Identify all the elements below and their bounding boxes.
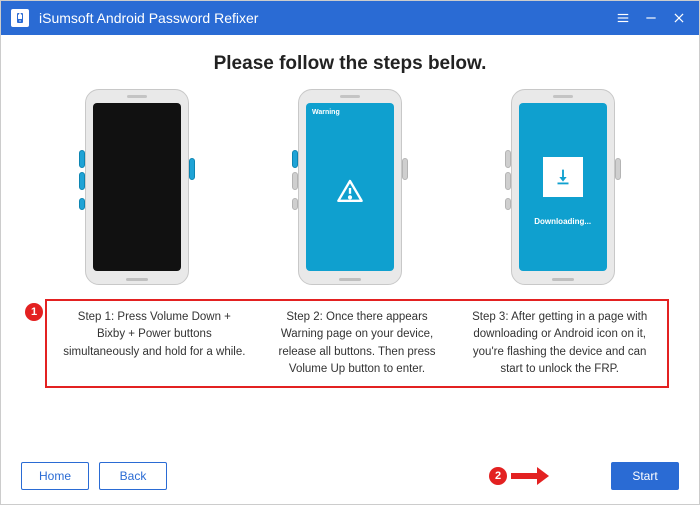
- phone-screen-warning: Warning: [306, 103, 394, 271]
- power-button-icon: [615, 158, 621, 180]
- instruction-step-3: Step 3: After getting in a page with dow…: [458, 309, 661, 378]
- volume-down-icon: [505, 150, 511, 168]
- annotation-badge-1: 1: [25, 303, 43, 321]
- phone-step-1: [57, 89, 217, 285]
- power-button-icon: [402, 158, 408, 180]
- app-logo-icon: [11, 9, 29, 27]
- instruction-step-2: Step 2: Once there appears Warning page …: [256, 309, 459, 378]
- app-title: iSumsoft Android Password Refixer: [39, 10, 258, 26]
- volume-up-icon: [79, 172, 85, 190]
- phone-frame: Downloading...: [511, 89, 615, 285]
- warning-label: Warning: [312, 109, 340, 116]
- phone-frame: Warning: [298, 89, 402, 285]
- content-area: Please follow the steps below.: [1, 35, 699, 448]
- bixby-button-icon: [79, 198, 85, 210]
- phone-illustrations: Warning: [31, 89, 669, 291]
- titlebar: iSumsoft Android Password Refixer: [1, 1, 699, 35]
- phone-screen-off: [93, 103, 181, 271]
- instruction-step-1: Step 1: Press Volume Down + Bixby + Powe…: [53, 309, 256, 378]
- download-icon: [543, 157, 583, 197]
- minimize-button[interactable]: [637, 6, 665, 30]
- annotation-badge-2: 2: [489, 467, 507, 485]
- volume-down-icon: [79, 150, 85, 168]
- power-button-icon: [189, 158, 195, 180]
- volume-down-icon: [292, 150, 298, 168]
- bixby-button-icon: [292, 198, 298, 210]
- start-button[interactable]: Start: [611, 462, 679, 490]
- volume-up-icon: [292, 172, 298, 190]
- bixby-button-icon: [505, 198, 511, 210]
- annotation-2: 2: [489, 467, 549, 485]
- app-window: iSumsoft Android Password Refixer Please…: [0, 0, 700, 505]
- volume-up-icon: [505, 172, 511, 190]
- annotation-arrow-icon: [511, 469, 549, 483]
- page-headline: Please follow the steps below.: [21, 53, 679, 75]
- phone-step-2: Warning: [270, 89, 430, 285]
- menu-button[interactable]: [609, 6, 637, 30]
- warning-triangle-icon: [335, 177, 365, 210]
- phone-frame: [85, 89, 189, 285]
- phone-step-3: Downloading...: [483, 89, 643, 285]
- downloading-label: Downloading...: [519, 217, 607, 226]
- phone-screen-downloading: Downloading...: [519, 103, 607, 271]
- close-button[interactable]: [665, 6, 693, 30]
- back-button[interactable]: Back: [99, 462, 167, 490]
- home-button[interactable]: Home: [21, 462, 89, 490]
- footer-bar: Home Back 2 Start: [1, 448, 699, 504]
- instructions-box: 1 Step 1: Press Volume Down + Bixby + Po…: [45, 299, 669, 388]
